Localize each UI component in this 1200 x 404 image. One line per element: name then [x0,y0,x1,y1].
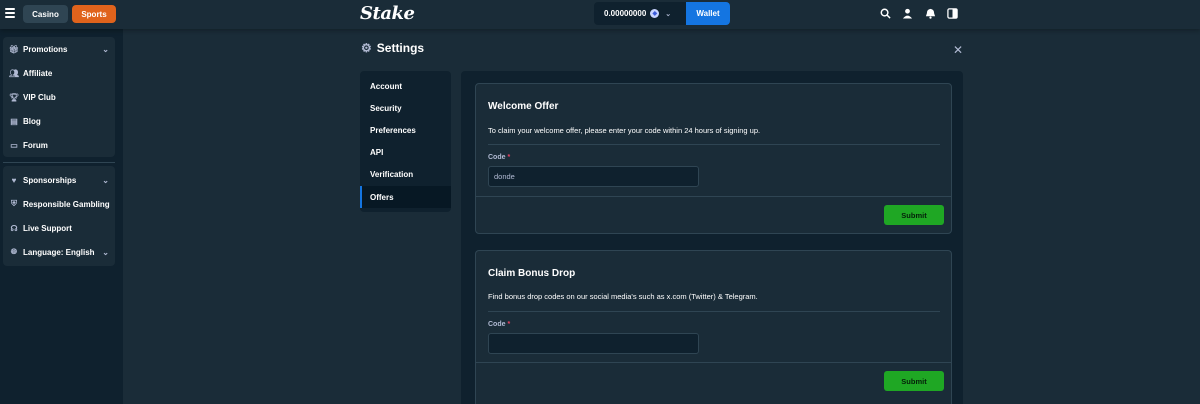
tab-offers[interactable]: Offers [360,186,451,208]
sidebar-item-label: Affiliate [23,68,53,78]
close-icon[interactable]: ✕ [953,43,963,57]
balance-selector[interactable]: 0.00000000 ◆ ⌄ [594,2,686,25]
sidebar-nav-group-1: 🎁︎ Promotions ⌄ 👥︎ Affiliate 🏆︎ VIP Club… [3,37,115,157]
bonus-drop-card: Claim Bonus Drop Find bonus drop codes o… [475,250,952,404]
sidebar-item-sponsorships[interactable]: ♥︎ Sponsorships ⌄ [9,171,113,189]
casino-tab[interactable]: Casino [23,5,68,23]
welcome-submit-button[interactable]: Submit [884,205,944,225]
tab-preferences[interactable]: Preferences [360,119,451,141]
sidebar-item-label: Promotions [23,44,68,54]
blog-icon: ▤ [10,116,18,126]
sidebar-item-blog[interactable]: ▤ Blog [9,112,113,130]
notification-bell-icon[interactable] [925,8,936,19]
currency-coin-icon: ◆ [650,9,660,18]
card-title: Welcome Offer [488,101,559,112]
page-title: ⚙ Settings [361,41,424,55]
tab-verification[interactable]: Verification [360,163,451,185]
card-description: To claim your welcome offer, please ente… [488,126,761,135]
divider [476,362,951,363]
headset-icon: ☊ [10,223,18,233]
bonus-code-input[interactable] [488,333,699,354]
page-title-text: Settings [376,41,425,55]
chevron-down-icon: ⌄ [102,247,109,257]
menu-toggle-icon[interactable] [5,8,15,18]
sidebar-item-forum[interactable]: ▭ Forum [9,136,113,154]
wallet-button[interactable]: Wallet [686,2,730,25]
search-icon[interactable] [880,8,891,19]
sidebar-item-label: Sponsorships [23,175,77,185]
sidebar-divider [3,162,115,163]
affiliate-icon: 👥︎ [8,68,20,78]
code-label: Code * [488,154,511,161]
welcome-offer-card: Welcome Offer To claim your welcome offe… [475,83,952,234]
forum-icon: ▭ [10,140,18,150]
tab-account[interactable]: Account [360,75,451,97]
code-label: Code * [488,321,511,328]
card-title: Claim Bonus Drop [488,268,576,279]
sidebar-item-label: VIP Club [23,92,56,102]
chevron-down-icon: ⌄ [665,10,672,18]
shield-icon: ⛨ [11,199,17,208]
trophy-icon: 🏆︎ [8,92,20,102]
sidebar-item-label: Language: English [23,247,95,257]
chevron-down-icon: ⌄ [102,175,109,185]
chevron-down-icon: ⌄ [102,44,109,54]
tab-api[interactable]: API [360,141,451,163]
globe-icon: 🌐︎ [10,247,18,256]
sidebar-item-promotions[interactable]: 🎁︎ Promotions ⌄ [9,40,113,58]
sidebar-item-responsible-gambling[interactable]: ⛨ Responsible Gambling [9,195,113,213]
sidebar-item-label: Forum [23,140,48,150]
card-description: Find bonus drop codes on our social medi… [488,292,758,301]
user-icon[interactable] [902,8,913,19]
divider [488,144,940,145]
sidebar-item-label: Responsible Gambling [23,199,110,209]
sidebar-item-affiliate[interactable]: 👥︎ Affiliate [9,64,113,82]
sidebar-item-label: Live Support [23,223,72,233]
sports-tab[interactable]: Sports [72,5,116,23]
sidebar-nav-group-2: ♥︎ Sponsorships ⌄ ⛨ Responsible Gambling… [3,166,115,266]
gift-icon: 🎁︎ [8,44,20,54]
chat-panel-toggle-icon[interactable] [947,8,958,19]
tab-security[interactable]: Security [360,97,451,119]
welcome-code-input[interactable]: donde [488,166,699,187]
bonus-submit-button[interactable]: Submit [884,371,944,391]
divider [488,311,940,312]
gear-icon: ⚙ [361,41,372,55]
settings-menu: Account Security Preferences API Verific… [360,71,451,212]
sidebar-item-vip-club[interactable]: 🏆︎ VIP Club [9,88,113,106]
balance-amount: 0.00000000 [604,9,647,18]
handshake-icon: ♥︎ [11,175,17,185]
sidebar-item-live-support[interactable]: ☊ Live Support [9,219,113,237]
stake-logo[interactable]: Stake [360,3,415,24]
sidebar-item-label: Blog [23,116,41,126]
sidebar-item-language[interactable]: 🌐︎ Language: English ⌄ [9,243,113,261]
divider [476,196,951,197]
